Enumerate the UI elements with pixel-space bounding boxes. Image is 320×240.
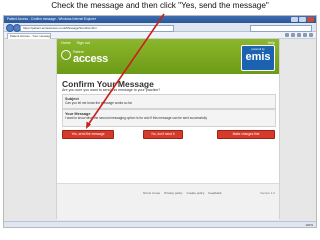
close-icon[interactable]: [307, 17, 314, 22]
window-title: Patient Access - Confirm message - Windo…: [7, 17, 96, 21]
footer-privacy-link[interactable]: Privacy policy: [164, 191, 182, 195]
footer-terms-link[interactable]: Terms of use: [143, 191, 160, 195]
subject-box: Subject Can you let me know the message …: [62, 94, 276, 109]
page-viewport: Home Sign out Help Patient access powere…: [4, 39, 316, 221]
footer-version: Version 1.0: [259, 191, 275, 195]
site-header: Home Sign out Help Patient access powere…: [57, 39, 279, 74]
print-icon[interactable]: [297, 33, 301, 37]
address-input[interactable]: https://patient.emisaccess.co.uk/Message…: [20, 24, 174, 32]
logo-mark-icon: [61, 50, 71, 60]
nav-signout-link[interactable]: Sign out: [77, 41, 90, 45]
search-input[interactable]: [250, 24, 312, 32]
tools-menu-icon[interactable]: [309, 33, 313, 37]
message-value: I want to know what the second messaging…: [65, 116, 207, 120]
no-dont-send-button[interactable]: No, don't send it: [143, 130, 183, 139]
page-menu-icon[interactable]: [303, 33, 307, 37]
emis-logo: powered by emis: [241, 45, 275, 71]
patient-access-logo[interactable]: Patient access: [61, 48, 108, 70]
feeds-icon[interactable]: [291, 33, 295, 37]
top-nav: Home Sign out: [61, 41, 90, 45]
footer-links: Terms of use Privacy policy Cookie polic…: [143, 191, 222, 195]
footer-cookie-link[interactable]: Cookie policy: [187, 191, 205, 195]
minimize-icon[interactable]: [291, 17, 298, 22]
confirm-question: Are you sure you want to send this messa…: [62, 88, 161, 92]
message-label: Your Message: [65, 111, 91, 116]
message-box: Your Message I want to know what the sec…: [62, 109, 276, 127]
site-container: Home Sign out Help Patient access powere…: [56, 39, 280, 220]
site-footer: Terms of use Privacy policy Cookie polic…: [57, 183, 279, 220]
browser-window: Patient Access - Confirm message - Windo…: [3, 15, 317, 228]
subject-value: Can you let me know the message works so…: [65, 101, 132, 105]
home-icon[interactable]: [285, 33, 289, 37]
yes-send-button[interactable]: Yes, send the message: [62, 130, 114, 139]
subject-label: Subject: [65, 96, 79, 101]
logo-big-text: access: [73, 53, 108, 65]
address-bar-row: https://patient.emisaccess.co.uk/Message…: [4, 23, 316, 32]
tab-bar: Patient Access - Your message: [4, 32, 316, 40]
nav-home-link[interactable]: Home: [61, 41, 71, 45]
instruction-caption: Check the message and then click "Yes, s…: [51, 1, 269, 10]
footer-feedback-link[interactable]: Feedback: [208, 191, 221, 195]
status-bar: 100%: [4, 221, 316, 227]
make-changes-button[interactable]: Make changes first: [217, 130, 275, 139]
window-controls: [291, 17, 314, 22]
emis-brand-text: emis: [245, 51, 271, 63]
toolbar-icons: [285, 33, 313, 37]
zoom-level[interactable]: 100%: [305, 222, 313, 227]
window-titlebar: Patient Access - Confirm message - Windo…: [4, 16, 316, 23]
maximize-icon[interactable]: [299, 17, 306, 22]
